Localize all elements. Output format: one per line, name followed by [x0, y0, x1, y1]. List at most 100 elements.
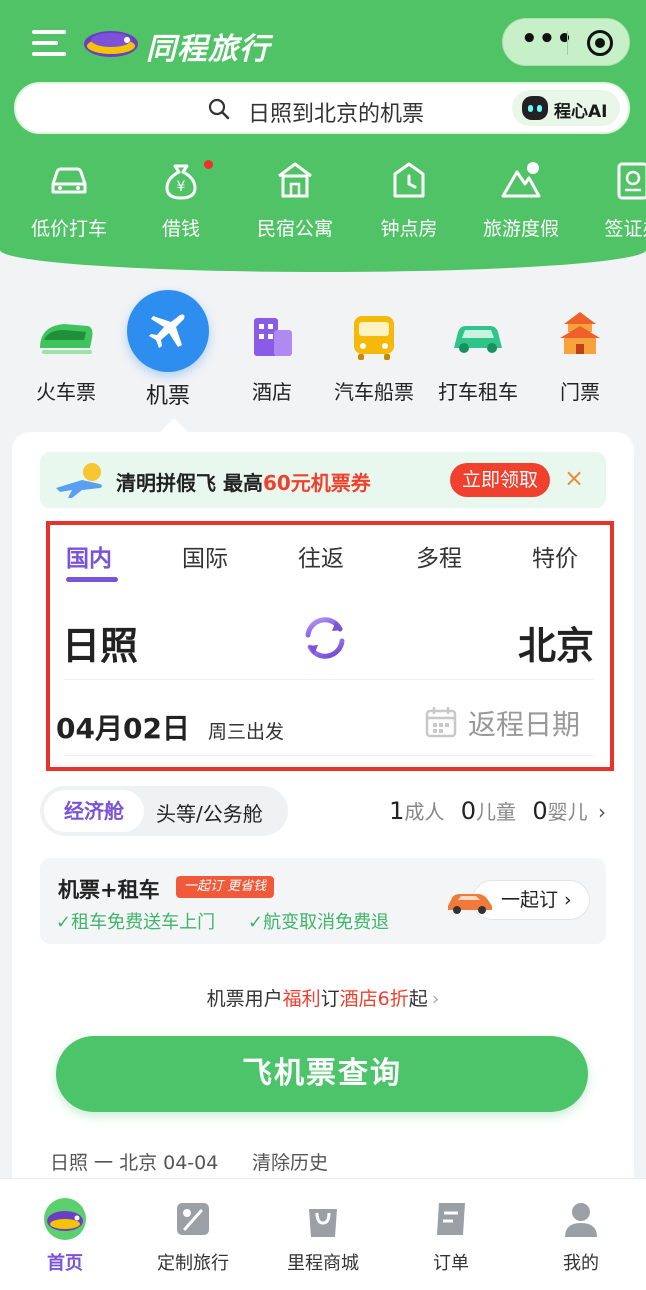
- infant-label: 婴儿: [547, 800, 588, 824]
- bottom-tab-bar: 首页 定制旅行 里程商城 订单 我的: [0, 1178, 646, 1290]
- return-date-field[interactable]: 返程日期: [468, 703, 580, 743]
- tabbar-home[interactable]: 首页: [10, 1197, 120, 1275]
- service-label: 借钱: [161, 218, 200, 240]
- category-label: 门票: [560, 380, 600, 404]
- service-vacation[interactable]: 旅游度假: [466, 158, 576, 241]
- hotel-offer-text: 机票用户: [206, 988, 283, 1010]
- cabin-business[interactable]: 头等/公务舱: [156, 798, 263, 827]
- taxi-icon: [454, 326, 502, 353]
- child-count: 0: [460, 797, 476, 825]
- cabin-class-toggle: 经济舱 头等/公务舱: [40, 786, 288, 836]
- hotel-offer-highlight: 酒店6折: [339, 988, 409, 1010]
- hamburger-menu-icon[interactable]: [32, 30, 66, 56]
- category-bus-ferry[interactable]: 汽车船票: [324, 308, 424, 405]
- category-hotel[interactable]: 酒店: [222, 308, 322, 405]
- flight-car-rental-bundle[interactable]: 机票+租车 一起订 更省钱 ✓租车免费送车上门 ✓航变取消免费退 一起订 ›: [40, 858, 606, 944]
- tabbar-orders[interactable]: 订单: [396, 1197, 506, 1275]
- arrival-city[interactable]: 北京: [518, 615, 594, 670]
- clock-house-icon: [393, 162, 425, 198]
- promo-text: 清明拼假飞 最高60元机票券: [116, 467, 371, 496]
- active-category-bubble: [127, 290, 209, 372]
- target-circle-icon[interactable]: [587, 30, 613, 56]
- promo-plane-icon: [56, 463, 102, 498]
- service-borrow-money[interactable]: ¥ 借钱: [126, 158, 236, 241]
- category-label: 机票: [145, 384, 190, 409]
- tabbar-label: 首页: [47, 1253, 83, 1274]
- mini-program-capsule: •••: [502, 18, 630, 66]
- tab-round-trip[interactable]: 往返: [298, 539, 344, 573]
- hotel-offer-link[interactable]: 机票用户福利订酒店6折起 ›: [12, 984, 634, 1011]
- passenger-selector[interactable]: 1成人 0儿童 0婴儿 ›: [379, 796, 606, 825]
- tabbar-label: 定制旅行: [157, 1253, 229, 1274]
- tab-multi-city[interactable]: 多程: [416, 539, 462, 573]
- search-history-item[interactable]: 日照 一 北京 04-04: [50, 1148, 218, 1175]
- top-bar: 同程旅行 •••: [0, 18, 646, 68]
- close-icon[interactable]: ×: [564, 464, 584, 492]
- category-train[interactable]: 火车票: [16, 308, 116, 405]
- airplane-icon: [149, 314, 185, 348]
- tab-special-fare[interactable]: 特价: [532, 539, 578, 573]
- departure-city[interactable]: 日照: [62, 615, 138, 670]
- category-flight[interactable]: 机票: [118, 290, 218, 410]
- claim-coupon-button[interactable]: 立即领取: [450, 463, 550, 497]
- clear-history-button[interactable]: 清除历史: [252, 1148, 328, 1175]
- hotel-offer-highlight: 福利: [282, 988, 321, 1010]
- promo-banner[interactable]: 清明拼假飞 最高60元机票券 立即领取 ×: [40, 452, 606, 508]
- temple-icon: [560, 312, 600, 354]
- service-visa[interactable]: 签证办: [578, 158, 646, 241]
- ai-assistant-button[interactable]: 程心AI: [512, 90, 620, 126]
- tabbar-custom-trip[interactable]: 定制旅行: [138, 1197, 248, 1275]
- header-banner: 同程旅行 ••• 日照到北京的机票 程心AI 低价打车 ¥ 借钱 民宿公寓 钟点…: [0, 0, 646, 272]
- money-bag-icon: ¥: [165, 164, 197, 200]
- search-flights-button[interactable]: 飞机票查询: [56, 1036, 588, 1112]
- mountain-icon: [501, 162, 541, 198]
- car-icon: [448, 894, 492, 914]
- hotel-offer-text: 订: [320, 988, 340, 1010]
- service-homestay[interactable]: 民宿公寓: [240, 158, 350, 241]
- bundle-feature: ✓航变取消免费退: [248, 912, 390, 933]
- active-tab-underline: [66, 577, 118, 582]
- order-list-icon: [437, 1203, 465, 1235]
- category-tickets[interactable]: 门票: [530, 308, 630, 405]
- swap-cities-icon[interactable]: [300, 613, 350, 663]
- card-notch: [158, 418, 190, 434]
- promo-prefix: 清明拼假飞 最高: [116, 471, 263, 495]
- cabin-economy[interactable]: 经济舱: [44, 790, 144, 832]
- tabbar-profile[interactable]: 我的: [526, 1197, 636, 1275]
- service-label: 旅游度假: [482, 218, 559, 240]
- divider: [64, 679, 594, 680]
- chevron-right-icon: ›: [598, 800, 606, 824]
- shopping-bag-icon: [309, 1209, 337, 1237]
- search-placeholder: 日照到北京的机票: [248, 102, 425, 127]
- bus-icon: [354, 316, 394, 360]
- calendar-icon: [425, 707, 457, 738]
- service-hourly-room[interactable]: 钟点房: [354, 158, 464, 241]
- service-cheap-taxi[interactable]: 低价打车: [14, 158, 124, 241]
- car-icon: [51, 167, 87, 194]
- flight-booking-card: 清明拼假飞 最高60元机票券 立即领取 × 国内 国际 往返 多程 特价 日照 …: [12, 418, 634, 1192]
- notification-dot: [204, 160, 213, 169]
- capsule-divider: [567, 31, 568, 55]
- service-shortcuts: 低价打车 ¥ 借钱 民宿公寓 钟点房 旅游度假 签证办: [0, 158, 646, 248]
- tabbar-mileage-mall[interactable]: 里程商城: [268, 1197, 378, 1275]
- adult-label: 成人: [404, 800, 445, 824]
- search-bar[interactable]: 日照到北京的机票 程心AI: [14, 82, 630, 134]
- bundle-title: 机票+租车: [58, 878, 160, 902]
- train-icon: [40, 324, 93, 354]
- category-label: 打车租车: [438, 380, 518, 404]
- bundle-feature: ✓租车免费送车上门: [56, 912, 216, 933]
- departure-date[interactable]: 04月02日: [56, 707, 190, 747]
- tab-international[interactable]: 国际: [182, 539, 228, 573]
- tab-domestic[interactable]: 国内: [66, 539, 112, 573]
- category-row: 火车票 机票 酒店 汽车船票 打车租车 门票: [0, 290, 646, 410]
- profile-icon: [565, 1203, 597, 1237]
- tabbar-label: 订单: [433, 1253, 469, 1274]
- app-title: 同程旅行: [146, 32, 270, 67]
- chevron-right-icon: ›: [431, 988, 440, 1010]
- departure-weekday: 周三出发: [208, 721, 285, 743]
- service-label: 低价打车: [30, 218, 107, 240]
- category-taxi-rental[interactable]: 打车租车: [428, 308, 528, 405]
- more-dots-icon[interactable]: •••: [521, 26, 573, 57]
- flight-search-form: 国内 国际 往返 多程 特价 日照 北京 04月02日 周三出发 返程日期: [46, 521, 614, 771]
- custom-trip-icon: [177, 1203, 209, 1235]
